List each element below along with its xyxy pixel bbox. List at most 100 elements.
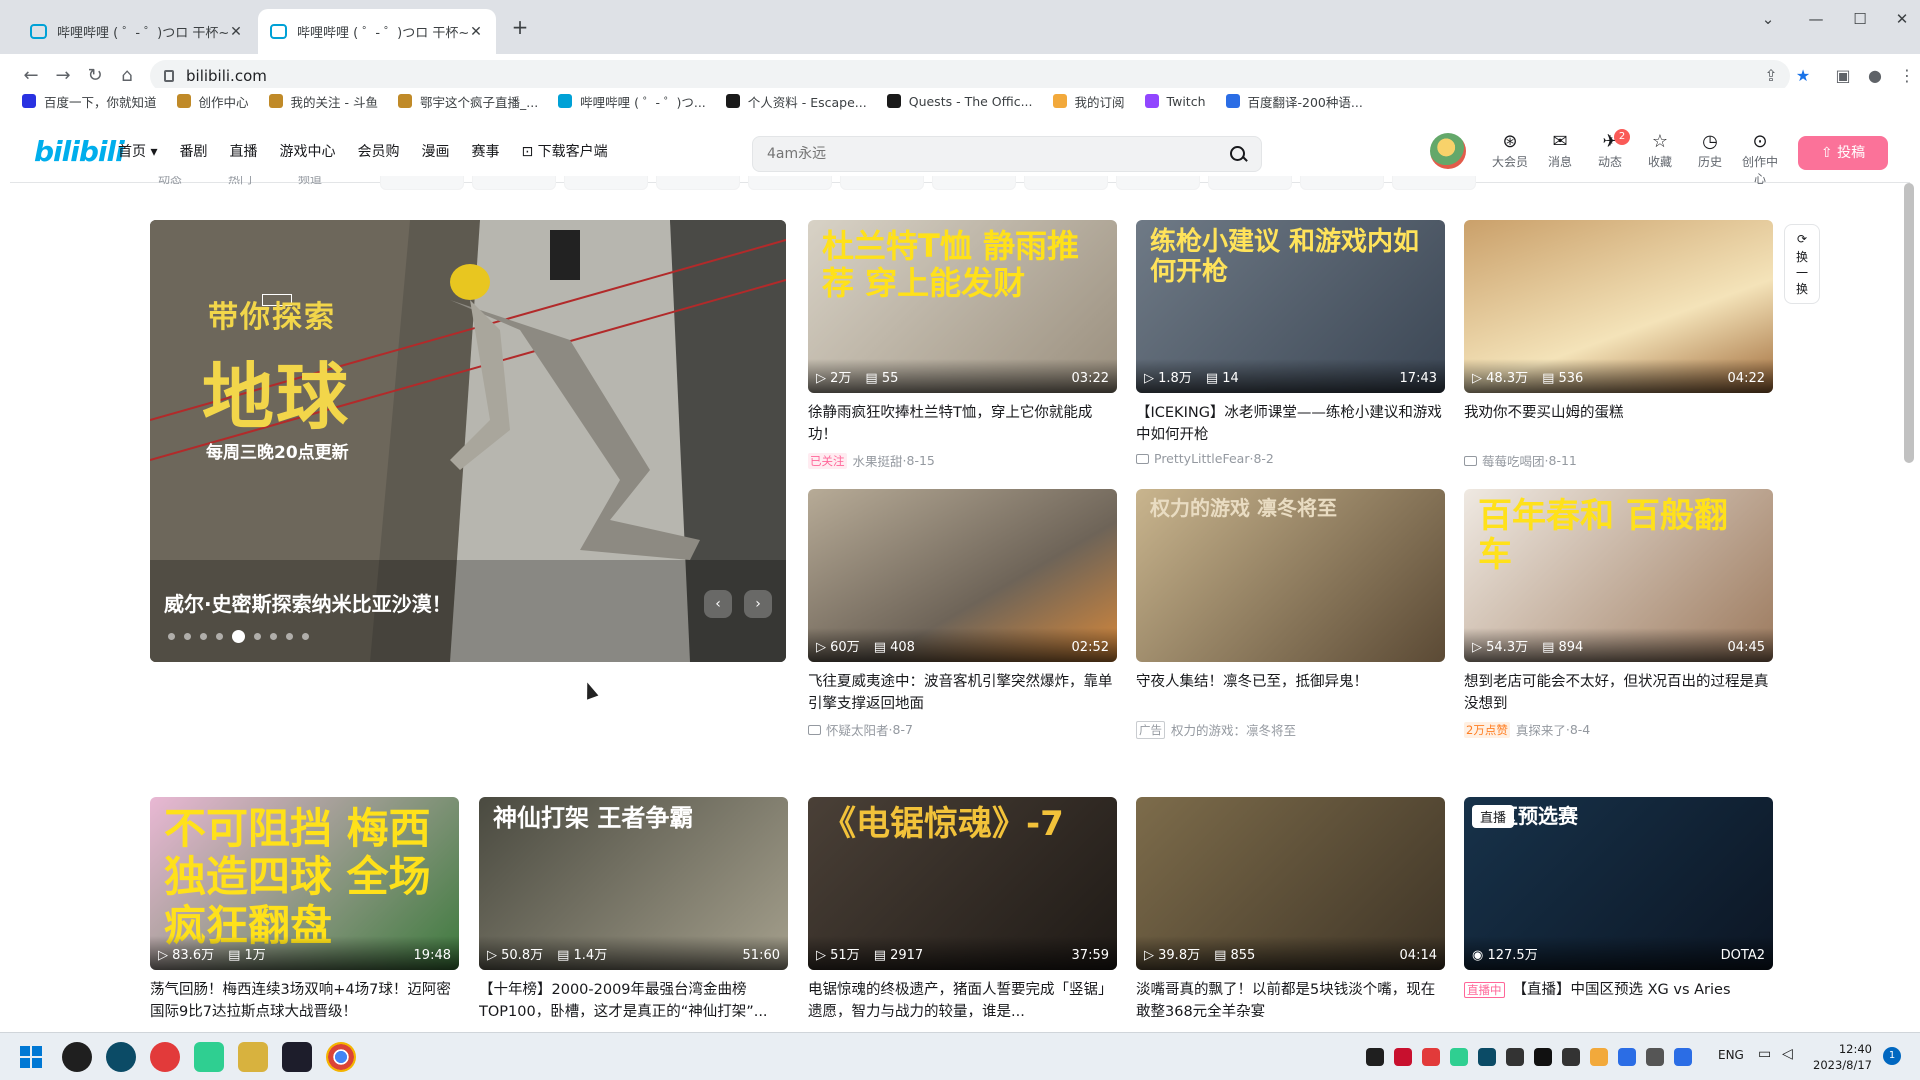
chrome-app-icon[interactable] bbox=[326, 1042, 356, 1072]
carousel-dot[interactable] bbox=[232, 630, 245, 643]
bookmark-item[interactable]: 创作中心 bbox=[176, 92, 249, 111]
menu-kebab-icon[interactable]: ⋮ bbox=[1896, 65, 1918, 87]
video-title[interactable]: 电锯惊魂的终极遗产，猪面人誓要完成「竖锯」遗愿，智力与战力的较量，谁是... bbox=[808, 979, 1117, 1023]
video-thumbnail[interactable]: 《电锯惊魂》-7 ▷ 51万 ▤ 2917 37:59 bbox=[808, 797, 1117, 970]
channel-pill[interactable] bbox=[1300, 176, 1384, 190]
uploader-name[interactable]: 真探来了 bbox=[1516, 720, 1566, 739]
channel-pill[interactable] bbox=[840, 176, 924, 190]
terminal-app-icon[interactable] bbox=[282, 1042, 312, 1072]
search-input[interactable] bbox=[767, 146, 1227, 162]
video-title[interactable]: 飞往夏威夷途中：波音客机引擎突然爆炸，靠单引擎支撑返回地面 bbox=[808, 671, 1117, 715]
channel-pill[interactable] bbox=[1024, 176, 1108, 190]
taskbar-clock[interactable]: 12:40 2023/8/17 bbox=[1812, 1041, 1872, 1073]
tray-app-icon[interactable] bbox=[1422, 1048, 1440, 1066]
video-thumbnail[interactable]: 权力的游戏 凛冬将至 bbox=[1136, 489, 1445, 662]
volume-icon[interactable]: ◁ bbox=[1782, 1046, 1793, 1062]
avatar[interactable] bbox=[1430, 133, 1466, 169]
video-card[interactable]: 不可阻挡 梅西独造四球 全场疯狂翻盘 ▷ 83.6万 ▤ 1万 19:48 荡气回肠！梅… bbox=[150, 797, 459, 1023]
close-tab-icon[interactable]: ✕ bbox=[228, 24, 244, 40]
language-indicator[interactable]: ENG bbox=[1718, 1048, 1744, 1062]
profile-icon[interactable]: ● bbox=[1864, 65, 1886, 87]
nav-manga[interactable]: 漫画 bbox=[421, 141, 449, 161]
video-title[interactable]: 徐静雨疯狂吹捧杜兰特T恤，穿上它你就能成功！ bbox=[808, 402, 1117, 446]
tray-app-icon[interactable] bbox=[1674, 1048, 1692, 1066]
video-title[interactable]: 直播中 【直播】中国区预选 XG vs Aries bbox=[1464, 979, 1773, 1023]
network-icon[interactable]: ▭ bbox=[1758, 1046, 1771, 1062]
bookmark-item[interactable]: 哔哩哔哩 ( ゜- ゜)つ... bbox=[558, 92, 706, 111]
vpn-app-icon[interactable] bbox=[194, 1042, 224, 1072]
bookmark-item[interactable]: 我的订阅 bbox=[1052, 92, 1125, 111]
channel-pill[interactable] bbox=[1116, 176, 1200, 190]
video-thumbnail[interactable]: ▷ 60万 ▤ 408 02:52 bbox=[808, 489, 1117, 662]
carousel-dot[interactable] bbox=[302, 633, 309, 640]
minimize-button[interactable]: — bbox=[1796, 6, 1836, 32]
game-launcher-icon[interactable] bbox=[238, 1042, 268, 1072]
channel-pill[interactable] bbox=[564, 176, 648, 190]
windows-start-icon[interactable] bbox=[20, 1046, 42, 1068]
back-icon[interactable]: ← bbox=[18, 63, 44, 89]
home-icon[interactable]: ⌂ bbox=[114, 63, 140, 89]
tray-app-icon[interactable] bbox=[1394, 1048, 1412, 1066]
tray-app-icon[interactable] bbox=[1478, 1048, 1496, 1066]
header-nav-4[interactable]: ◷ 历史 bbox=[1688, 131, 1732, 170]
edge-app-icon[interactable] bbox=[106, 1042, 136, 1072]
video-thumbnail[interactable]: 练枪小建议 和游戏内如何开枪 ▷ 1.8万 ▤ 14 17:43 bbox=[1136, 220, 1445, 393]
bookmark-item[interactable]: 我的关注 - 斗鱼 bbox=[268, 92, 378, 111]
video-title[interactable]: 守夜人集结！凛冬已至，抵御异鬼！ bbox=[1136, 671, 1445, 715]
carousel-dot[interactable] bbox=[200, 633, 207, 640]
carousel-dot[interactable] bbox=[184, 633, 191, 640]
browser-tab[interactable]: 哔哩哔哩 ( ゜- ゜)つロ 干杯~-bilibili ✕ bbox=[18, 9, 256, 54]
video-thumbnail[interactable]: 神仙打架 王者争霸 ▷ 50.8万 ▤ 1.4万 51:60 bbox=[479, 797, 788, 970]
channel-pill[interactable] bbox=[1392, 176, 1476, 190]
subnav-dynamic[interactable]: 动态 bbox=[158, 176, 182, 187]
nav-anime[interactable]: 番剧 bbox=[179, 141, 207, 161]
refresh-recommendations-button[interactable]: ⟳ 换一换 bbox=[1784, 224, 1820, 304]
forward-icon[interactable]: → bbox=[50, 63, 76, 89]
banner-caption[interactable]: 威尔·史密斯探索纳米比亚沙漠！ bbox=[164, 588, 452, 617]
search-icon[interactable] bbox=[1227, 143, 1249, 165]
carousel-dot[interactable] bbox=[254, 633, 261, 640]
bilibili-logo[interactable]: bilibili bbox=[34, 135, 125, 168]
share-icon[interactable]: ⇪ bbox=[1760, 65, 1782, 87]
video-card[interactable]: 百年春和 百般翻车 ▷ 54.3万 ▤ 894 04:45 想到老店可能会不太好，但状况… bbox=[1464, 489, 1773, 739]
video-title[interactable]: 淡嘴哥真的飘了！以前都是5块钱淡个嘴，现在敢整368元全羊杂宴 bbox=[1136, 979, 1445, 1023]
reload-icon[interactable]: ↻ bbox=[82, 63, 108, 89]
video-card[interactable]: 权力的游戏 凛冬将至 守夜人集结！凛冬已至，抵御异鬼！ 广告 权力的游戏：凛冬将至 bbox=[1136, 489, 1445, 739]
video-title[interactable]: 【ICEKING】冰老师课堂——练枪小建议和游戏中如何开枪 bbox=[1136, 402, 1445, 446]
bookmark-item[interactable]: 百度翻译-200种语... bbox=[1225, 92, 1363, 111]
nav-home[interactable]: 首页 ▾ bbox=[118, 141, 157, 161]
video-card[interactable]: 神仙打架 王者争霸 ▷ 50.8万 ▤ 1.4万 51:60 【十年榜】2000-200… bbox=[479, 797, 788, 1023]
tray-app-icon[interactable] bbox=[1534, 1048, 1552, 1066]
tray-app-icon[interactable] bbox=[1590, 1048, 1608, 1066]
side-panel-icon[interactable]: ▣ bbox=[1832, 65, 1854, 87]
subnav-channel[interactable]: 频道 bbox=[298, 176, 322, 187]
tray-app-icon[interactable] bbox=[1646, 1048, 1664, 1066]
tab-search-icon[interactable]: ⌄ bbox=[1748, 6, 1788, 32]
uploader-name[interactable]: 怀疑太阳者 bbox=[826, 720, 889, 739]
channel-pill[interactable] bbox=[656, 176, 740, 190]
notification-badge[interactable]: 1 bbox=[1883, 1047, 1901, 1065]
header-nav-2[interactable]: ✈ 动态 2 bbox=[1588, 129, 1632, 170]
bookmark-item[interactable]: Twitch bbox=[1144, 94, 1206, 109]
nav-live[interactable]: 直播 bbox=[229, 141, 257, 161]
tray-app-icon[interactable] bbox=[1366, 1048, 1384, 1066]
steam-app-icon[interactable] bbox=[62, 1042, 92, 1072]
video-thumbnail[interactable]: 不可阻挡 梅西独造四球 全场疯狂翻盘 ▷ 83.6万 ▤ 1万 19:48 bbox=[150, 797, 459, 970]
uploader-name[interactable]: 水果挺甜 bbox=[853, 451, 903, 470]
video-card[interactable]: ▷ 39.8万 ▤ 855 04:14 淡嘴哥真的飘了！以前都是5块钱淡个嘴，现在敢整… bbox=[1136, 797, 1445, 1023]
netease-music-icon[interactable] bbox=[150, 1042, 180, 1072]
carousel-dot[interactable] bbox=[168, 633, 175, 640]
tray-app-icon[interactable] bbox=[1450, 1048, 1468, 1066]
uploader-name[interactable]: 权力的游戏：凛冬将至 bbox=[1171, 720, 1296, 739]
carousel-dot[interactable] bbox=[216, 633, 223, 640]
carousel-dot[interactable] bbox=[286, 633, 293, 640]
carousel-banner[interactable]: 带你探索 地球 每周三晚20点更新 威尔·史密斯探索纳米比亚沙漠！ ‹ › bbox=[150, 220, 786, 662]
video-thumbnail[interactable]: 杜兰特T恤 静雨推荐 穿上能发财 ▷ 2万 ▤ 55 03:22 bbox=[808, 220, 1117, 393]
video-card[interactable]: 练枪小建议 和游戏内如何开枪 ▷ 1.8万 ▤ 14 17:43 【ICEKING】冰老… bbox=[1136, 220, 1445, 466]
channel-pill[interactable] bbox=[932, 176, 1016, 190]
tray-app-icon[interactable] bbox=[1506, 1048, 1524, 1066]
carousel-prev-button[interactable]: ‹ bbox=[704, 590, 732, 618]
video-title[interactable]: 荡气回肠！梅西连续3场双响+4场7球！迈阿密国际9比7达拉斯点球大战晋级！ bbox=[150, 979, 459, 1023]
channel-pill[interactable] bbox=[748, 176, 832, 190]
upload-button[interactable]: ⇧ 投稿 bbox=[1798, 136, 1888, 170]
